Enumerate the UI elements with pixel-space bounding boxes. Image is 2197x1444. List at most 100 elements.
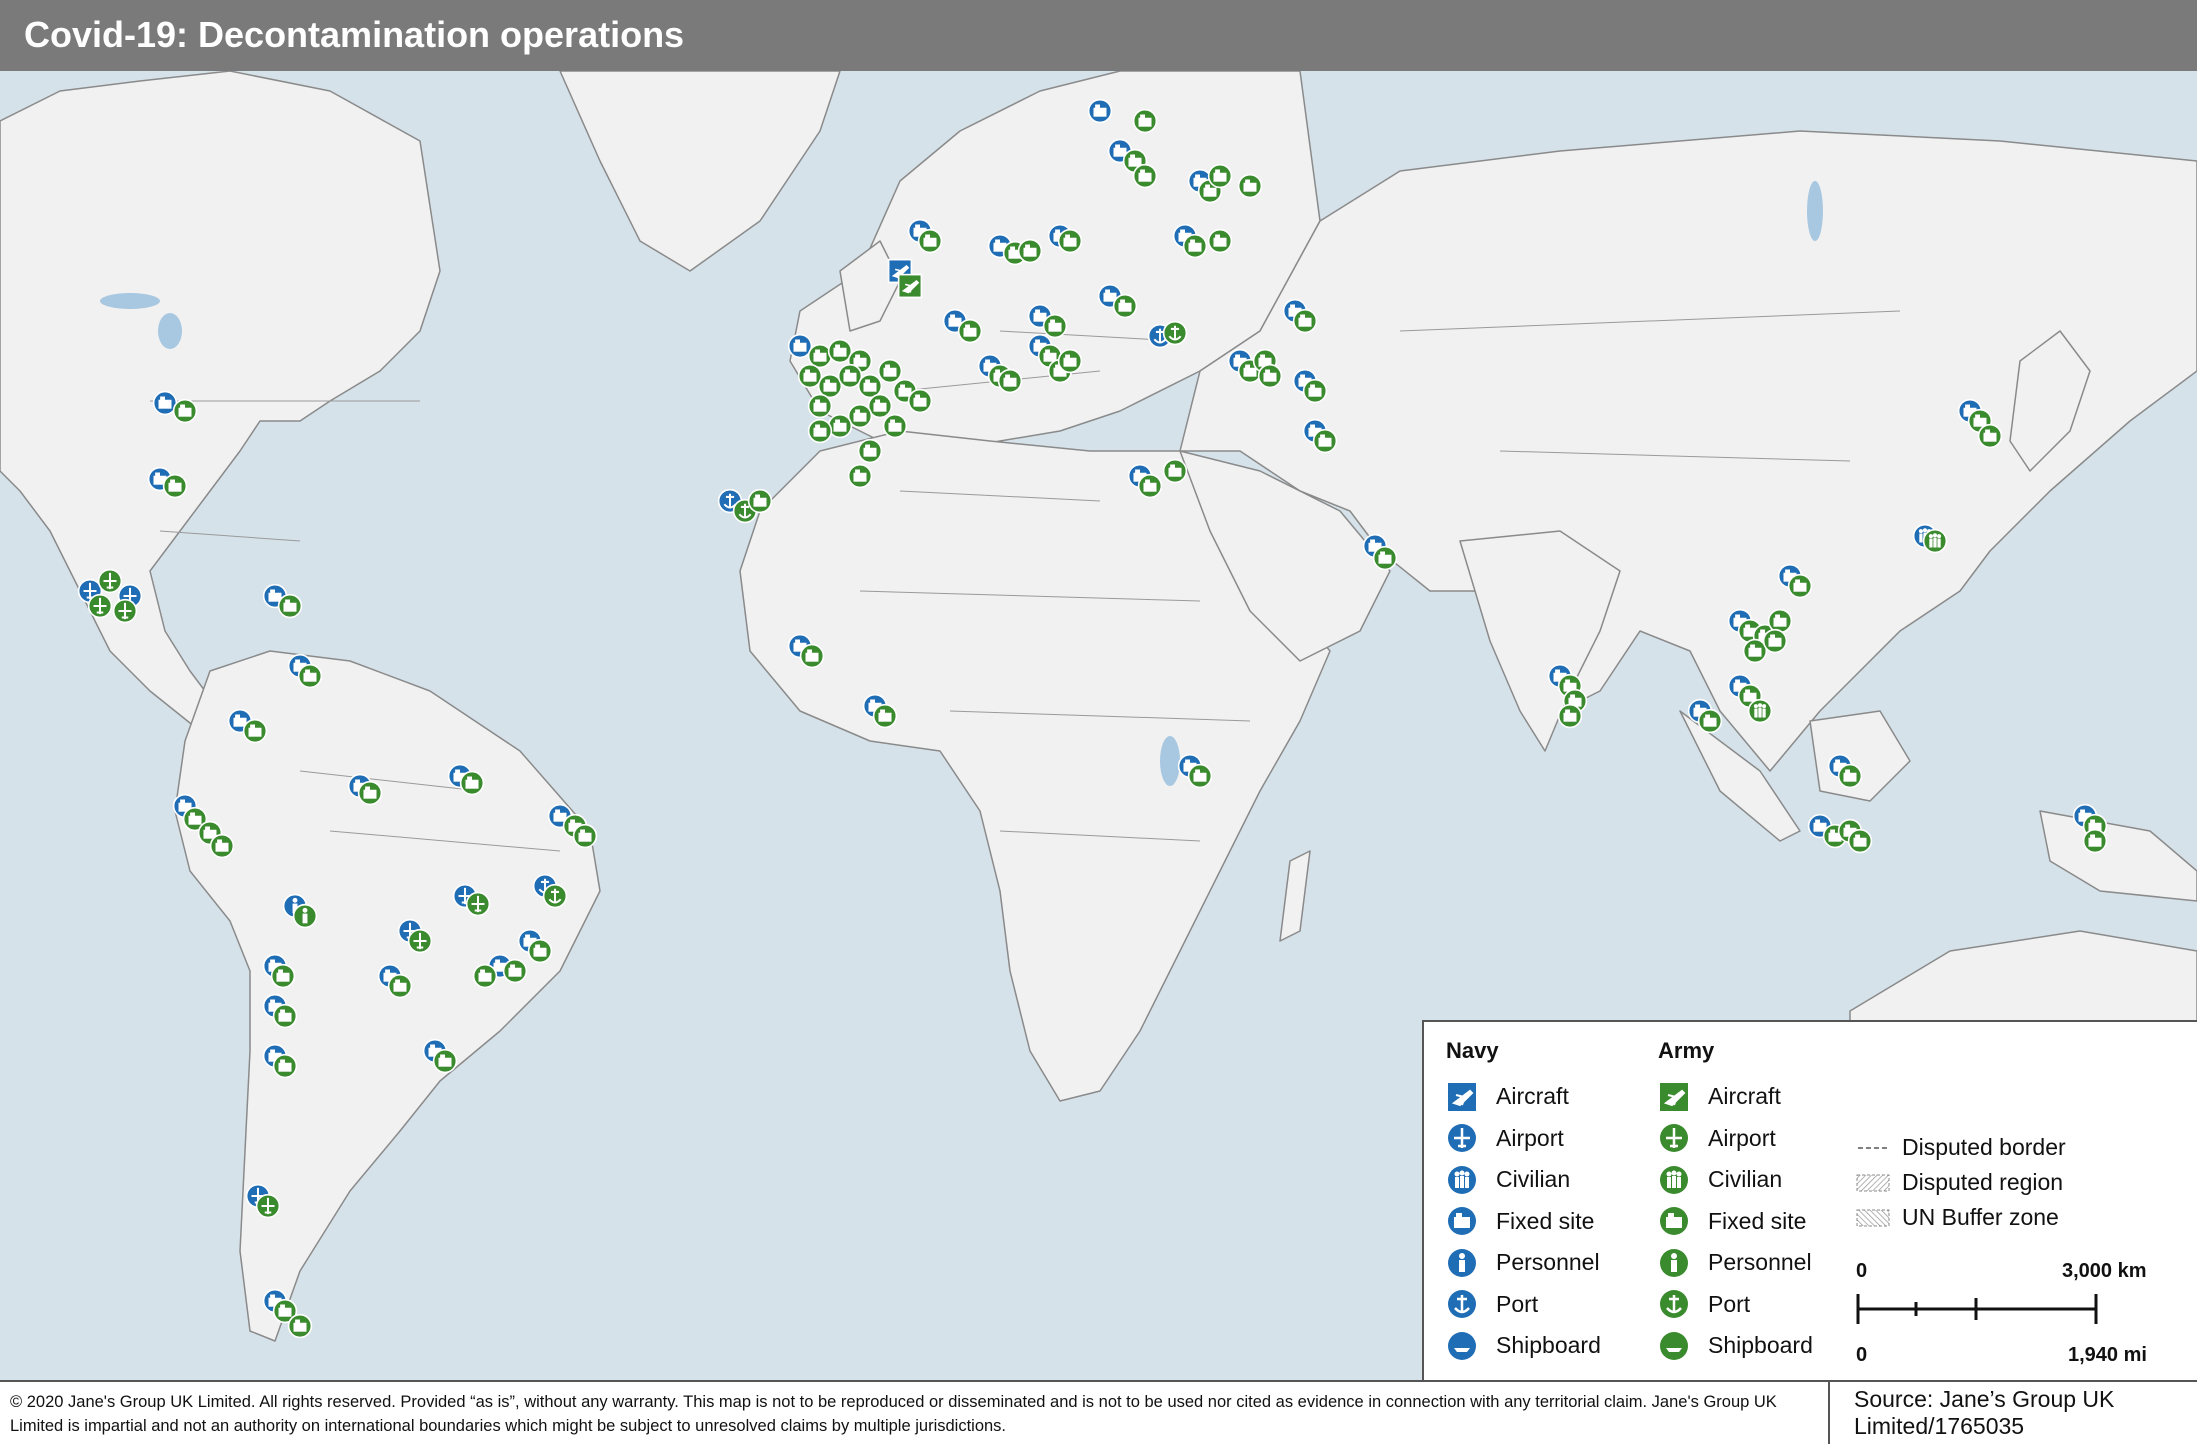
legend-item-navy-port: Port xyxy=(1446,1284,1601,1326)
army-fixed-site-marker[interactable] xyxy=(1312,428,1338,454)
legend-item-army-port: Port xyxy=(1658,1284,1813,1326)
army-fixed-site-marker[interactable] xyxy=(957,318,983,344)
army-airport-marker[interactable] xyxy=(255,1193,281,1219)
army-fixed-site-marker[interactable] xyxy=(1237,173,1263,199)
army-fixed-site-marker[interactable] xyxy=(272,1053,298,1079)
legend-army-heading: Army xyxy=(1658,1038,1715,1063)
legend-item-label: Personnel xyxy=(1496,1249,1600,1276)
army-fixed-site-marker[interactable] xyxy=(1182,233,1208,259)
army-fixed-site-marker[interactable] xyxy=(387,973,413,999)
army-fixed-site-marker[interactable] xyxy=(1292,308,1318,334)
army-fixed-site-marker[interactable] xyxy=(472,963,498,989)
army-fixed-site-marker[interactable] xyxy=(1977,423,2003,449)
army-fixed-site-marker[interactable] xyxy=(459,770,485,796)
army-fixed-site-marker[interactable] xyxy=(1137,473,1163,499)
footer: © 2020 Jane's Group UK Limited. All righ… xyxy=(0,1380,2197,1444)
army-fixed-site-marker[interactable] xyxy=(747,488,773,514)
army-fixed-site-marker[interactable] xyxy=(1787,573,1813,599)
army-port-marker[interactable] xyxy=(542,883,568,909)
scale-mi-label: 1,940 mi xyxy=(2068,1344,2147,1366)
legend-army-column: Army Aircraft Airport Civilian Fixed site Pe… xyxy=(1658,1038,1813,1367)
army-airport-marker[interactable] xyxy=(465,891,491,917)
army-civilian-marker[interactable] xyxy=(1922,528,1948,554)
army-personnel-marker[interactable] xyxy=(292,903,318,929)
army-fixed-site-marker[interactable] xyxy=(2082,828,2108,854)
army-fixed-site-marker[interactable] xyxy=(1697,708,1723,734)
army-aircraft-marker[interactable] xyxy=(897,273,923,299)
army-fixed-site-marker[interactable] xyxy=(432,1048,458,1074)
army-fixed-site-marker[interactable] xyxy=(1132,108,1158,134)
army-fixed-site-marker[interactable] xyxy=(917,228,943,254)
army-fixed-site-marker[interactable] xyxy=(1837,763,1863,789)
army-airport-marker[interactable] xyxy=(112,598,138,624)
legend-item-label: Aircraft xyxy=(1708,1083,1781,1110)
army-port-marker[interactable] xyxy=(1162,320,1188,346)
source-note: Source: Jane’s Group UK Limited/1765035 xyxy=(1828,1382,2197,1444)
army-fixed-site-marker[interactable] xyxy=(1257,363,1283,389)
army-fixed-site-marker[interactable] xyxy=(847,463,873,489)
disputed-region-icon xyxy=(1856,1174,1890,1191)
army-fixed-site-marker[interactable] xyxy=(799,643,825,669)
army-fixed-site-marker[interactable] xyxy=(357,780,383,806)
army-airport-marker[interactable] xyxy=(407,928,433,954)
scale-mi-zero: 0 xyxy=(1856,1344,1868,1366)
legend-item-army-shipboard: Shipboard xyxy=(1658,1325,1813,1367)
legend-item-navy-civilian: Civilian xyxy=(1446,1159,1601,1201)
army-fixed-site-marker[interactable] xyxy=(297,663,323,689)
army-fixed-site-marker[interactable] xyxy=(242,718,268,744)
legend-navy-heading: Navy xyxy=(1446,1038,1499,1063)
army-fixed-site-marker[interactable] xyxy=(502,958,528,984)
army-fixed-site-marker[interactable] xyxy=(1557,703,1583,729)
army-fixed-site-marker[interactable] xyxy=(1207,163,1233,189)
army-fixed-site-marker[interactable] xyxy=(270,963,296,989)
army-fixed-site-marker[interactable] xyxy=(162,473,188,499)
legend-item-army-personnel: Personnel xyxy=(1658,1242,1813,1284)
army-fixed-site-marker[interactable] xyxy=(1847,828,1873,854)
army-fixed-site-marker[interactable] xyxy=(1372,545,1398,571)
landmass-new-guinea xyxy=(2039,810,2197,902)
legend-un-buffer-zone: UN Buffer zone xyxy=(1856,1200,2066,1235)
legend-item-label: Fixed site xyxy=(1708,1207,1807,1234)
army-fixed-site-marker[interactable] xyxy=(997,368,1023,394)
army-fixed-site-marker[interactable] xyxy=(1132,163,1158,189)
army-fixed-site-marker[interactable] xyxy=(572,823,598,849)
army-fixed-site-marker[interactable] xyxy=(1762,628,1788,654)
army-fixed-site-marker[interactable] xyxy=(277,593,303,619)
army-fixed-site-marker[interactable] xyxy=(527,938,553,964)
army-fixed-site-marker[interactable] xyxy=(1057,228,1083,254)
army-fixed-site-marker[interactable] xyxy=(1057,348,1083,374)
aircraft-icon xyxy=(1446,1081,1478,1113)
army-fixed-site-marker[interactable] xyxy=(172,398,198,424)
army-fixed-site-marker[interactable] xyxy=(907,388,933,414)
shipboard-icon xyxy=(1446,1330,1478,1362)
shipboard-icon xyxy=(1658,1330,1690,1362)
army-fixed-site-marker[interactable] xyxy=(1162,458,1188,484)
legend-item-navy-shipboard: Shipboard xyxy=(1446,1325,1601,1367)
army-fixed-site-marker[interactable] xyxy=(209,833,235,859)
army-fixed-site-marker[interactable] xyxy=(287,1313,313,1339)
legend-item-label: Airport xyxy=(1496,1124,1564,1151)
army-fixed-site-marker[interactable] xyxy=(1302,378,1328,404)
army-fixed-site-marker[interactable] xyxy=(807,418,833,444)
legend-item-navy-airport: Airport xyxy=(1446,1118,1601,1160)
army-airport-marker[interactable] xyxy=(87,593,113,619)
army-fixed-site-marker[interactable] xyxy=(857,438,883,464)
legend-item-label: Port xyxy=(1496,1290,1539,1317)
legend-disputed-region: Disputed region xyxy=(1856,1165,2066,1200)
scale-km-zero: 0 xyxy=(1856,1260,1868,1282)
army-fixed-site-marker[interactable] xyxy=(1112,293,1138,319)
port-icon xyxy=(1446,1288,1478,1320)
un-buffer-zone-icon xyxy=(1856,1209,1890,1226)
legend-item-label: Personnel xyxy=(1708,1249,1812,1276)
army-fixed-site-marker[interactable] xyxy=(1187,763,1213,789)
aircraft-icon xyxy=(1658,1081,1690,1113)
navy-fixed-site-marker[interactable] xyxy=(1087,98,1113,124)
army-fixed-site-marker[interactable] xyxy=(872,703,898,729)
army-fixed-site-marker[interactable] xyxy=(882,413,908,439)
army-civilian-marker[interactable] xyxy=(1747,698,1773,724)
legend-item-navy-aircraft: Aircraft xyxy=(1446,1076,1601,1118)
army-fixed-site-marker[interactable] xyxy=(272,1003,298,1029)
army-fixed-site-marker[interactable] xyxy=(1207,228,1233,254)
army-fixed-site-marker[interactable] xyxy=(1017,238,1043,264)
civilian-icon xyxy=(1658,1164,1690,1196)
